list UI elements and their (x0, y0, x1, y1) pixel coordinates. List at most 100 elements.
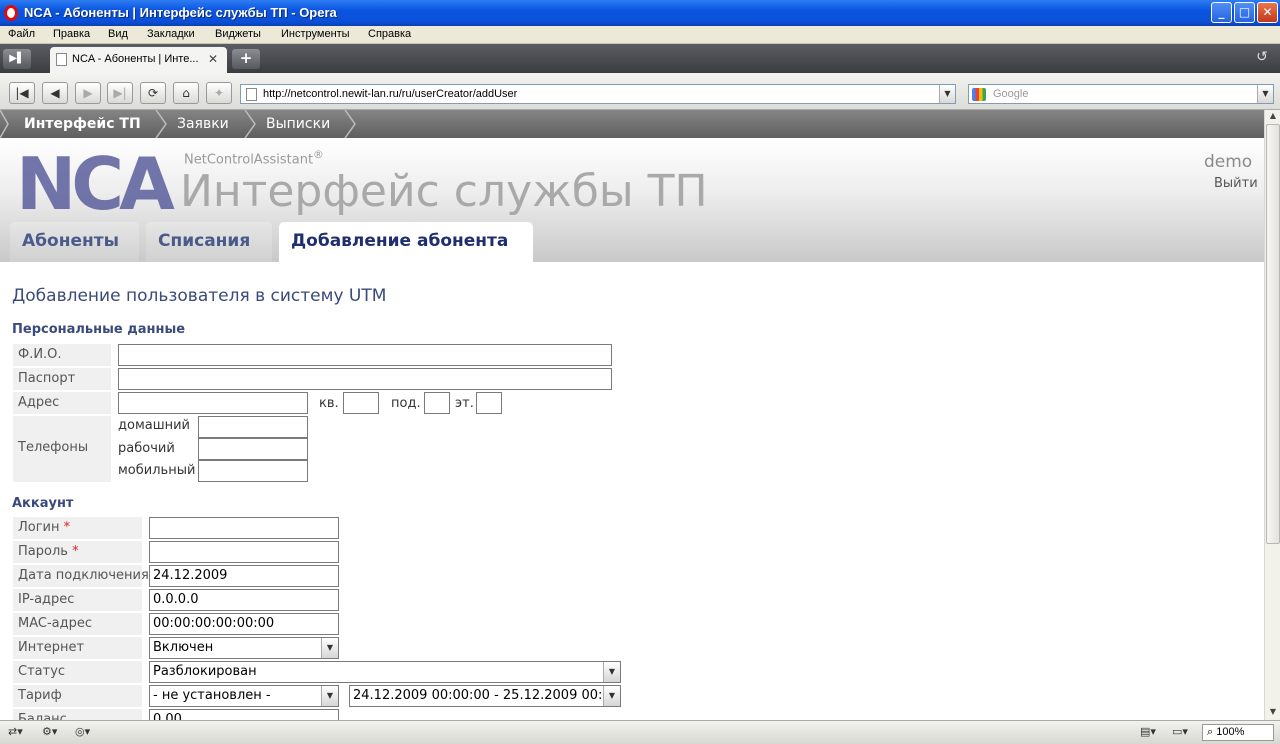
passport-label: Паспорт (13, 368, 113, 390)
page-icon (56, 53, 67, 66)
tab-close-icon[interactable]: ✕ (208, 52, 218, 66)
breadcrumb-support-interface[interactable]: Интерфейс ТП (24, 116, 141, 132)
minimize-button[interactable]: _ (1211, 2, 1232, 23)
magnifier-icon: ⌕ (1207, 726, 1217, 738)
close-button[interactable]: ✕ (1257, 2, 1278, 23)
menu-widgets[interactable]: Виджеты (215, 28, 261, 40)
password-field[interactable] (149, 541, 339, 563)
passport-field[interactable] (118, 368, 612, 390)
status-select[interactable]: Разблокирован ▼ (149, 661, 621, 683)
chevron-right-icon (155, 110, 167, 138)
mac-label: MAC-адрес (13, 613, 144, 635)
status-value: Разблокирован (153, 664, 257, 679)
reload-icon[interactable]: ⟳ (140, 82, 166, 104)
password-label-text: Пароль (18, 544, 68, 559)
closed-tabs-icon[interactable]: ↺ (1250, 49, 1274, 69)
entrance-field[interactable] (424, 392, 450, 414)
internet-select[interactable]: Включен ▼ (149, 637, 339, 659)
logout-link[interactable]: Выйти (1214, 176, 1258, 191)
panel-toggle-icon[interactable]: ▶▌ (3, 49, 31, 69)
tariff-label: Тариф (13, 685, 144, 707)
menu-view[interactable]: Вид (108, 28, 128, 40)
required-mark: * (72, 544, 79, 559)
tab-add-subscriber[interactable]: Добавление абонента (279, 222, 533, 264)
fast-forward-icon[interactable]: ▶| (107, 82, 133, 104)
network-icon[interactable]: ⚙▾ (42, 725, 57, 738)
browser-window: NCA - Абоненты | Интерфейс службы ТП - O… (0, 0, 1280, 744)
turbo-icon[interactable]: ⇄▾ (8, 725, 23, 738)
web-page: Интерфейс ТП Заявки Выписки NCA NetContr… (0, 110, 1264, 720)
menu-tools[interactable]: Инструменты (281, 28, 350, 40)
address-field[interactable] (118, 392, 308, 414)
menu-bookmarks[interactable]: Закладки (147, 28, 195, 40)
menu-edit[interactable]: Правка (53, 28, 90, 40)
chevron-down-icon[interactable]: ▼ (603, 686, 620, 706)
floor-field[interactable] (476, 392, 502, 414)
breadcrumb-statements[interactable]: Выписки (266, 116, 330, 132)
new-tab-button[interactable]: + (232, 49, 260, 69)
balance-label: Баланс (13, 709, 144, 720)
tariff-select[interactable]: - не установлен - ▼ (149, 685, 339, 707)
search-field[interactable]: Google ▼ (968, 84, 1274, 104)
scroll-down-icon[interactable]: ▼ (1266, 707, 1280, 719)
chevron-down-icon[interactable]: ▼ (603, 662, 620, 682)
work-phone-field[interactable] (198, 438, 308, 460)
chevron-down-icon[interactable]: ▼ (321, 638, 338, 658)
connect-date-label: Дата подключения (13, 565, 149, 587)
wand-icon[interactable]: ✦ (206, 82, 232, 104)
home-icon[interactable]: ⌂ (173, 82, 199, 104)
breadcrumb-requests[interactable]: Заявки (177, 116, 229, 132)
back-icon[interactable]: ◀ (42, 82, 68, 104)
nca-logo: NCA (16, 142, 175, 226)
scroll-up-icon[interactable]: ▲ (1266, 111, 1280, 123)
navigation-toolbar: |◀ ◀ ▶ ▶| ⟳ ⌂ ✦ http://netcontrol.newit-… (0, 73, 1280, 110)
login-label: Логин * (13, 517, 144, 539)
title-bar: NCA - Абоненты | Интерфейс службы ТП - O… (0, 0, 1280, 26)
scroll-thumb[interactable] (1266, 124, 1280, 544)
login-field[interactable] (149, 517, 339, 539)
registered-mark: ® (313, 148, 324, 161)
zoom-control[interactable]: ⌕ 100% (1202, 724, 1274, 741)
connect-date-field[interactable]: 24.12.2009 (149, 565, 339, 587)
floor-label: эт. (455, 396, 474, 411)
tariff-period-value: 24.12.2009 00:00:00 - 25.12.2009 00:00:0… (353, 688, 621, 703)
chevron-down-icon[interactable]: ▼ (321, 686, 338, 706)
ip-field[interactable]: 0.0.0.0 (149, 589, 339, 611)
page-title: Добавление пользователя в систему UTM (12, 286, 387, 306)
section-account-title: Аккаунт (12, 496, 74, 511)
mobile-phone-field[interactable] (198, 460, 308, 482)
maximize-button[interactable]: □ (1234, 2, 1255, 23)
globe-icon[interactable]: ◎▾ (75, 725, 90, 738)
fio-field[interactable] (118, 344, 612, 366)
login-label-text: Логин (18, 520, 60, 535)
tab-writeoffs[interactable]: Списания (146, 222, 272, 262)
tariff-value: - не установлен - (153, 688, 271, 703)
image-icon[interactable]: ▭▾ (1172, 725, 1188, 738)
browser-tab[interactable]: NCA - Абоненты | Инте... ✕ (50, 47, 227, 73)
entrance-label: под. (391, 396, 421, 411)
forward-icon[interactable]: ▶ (75, 82, 101, 104)
mac-field[interactable]: 00:00:00:00:00:00 (149, 613, 339, 635)
balance-field[interactable]: 0.00 (149, 709, 339, 720)
vertical-scrollbar[interactable]: ▲ ▼ (1264, 110, 1280, 720)
apartment-field[interactable] (343, 392, 379, 414)
menu-bar: Файл Правка Вид Закладки Виджеты Инструм… (0, 26, 1280, 44)
address-field[interactable]: http://netcontrol.newit-lan.ru/ru/userCr… (240, 84, 956, 104)
google-icon (972, 88, 986, 101)
tab-bar: ▶▌ NCA - Абоненты | Инте... ✕ + ↺ (0, 44, 1280, 73)
menu-help[interactable]: Справка (368, 28, 411, 40)
zoom-level: 100% (1216, 726, 1245, 738)
chevron-down-icon[interactable]: ▼ (1257, 85, 1273, 103)
page-icon (246, 88, 257, 101)
address-label: Адрес (13, 392, 113, 414)
home-phone-field[interactable] (198, 416, 308, 438)
page-fit-icon[interactable]: ▤▾ (1140, 725, 1156, 738)
section-personal-title: Персональные данные (12, 322, 186, 337)
rewind-icon[interactable]: |◀ (9, 82, 35, 104)
tab-subscribers[interactable]: Абоненты (10, 222, 139, 262)
menu-file[interactable]: Файл (8, 28, 35, 40)
status-bar: ⇄▾ ⚙▾ ◎▾ ▤▾ ▭▾ ⌕ 100% (0, 720, 1280, 744)
tariff-period-select[interactable]: 24.12.2009 00:00:00 - 25.12.2009 00:00:0… (349, 685, 621, 707)
opera-logo-icon (4, 5, 18, 21)
chevron-down-icon[interactable]: ▼ (939, 85, 955, 103)
